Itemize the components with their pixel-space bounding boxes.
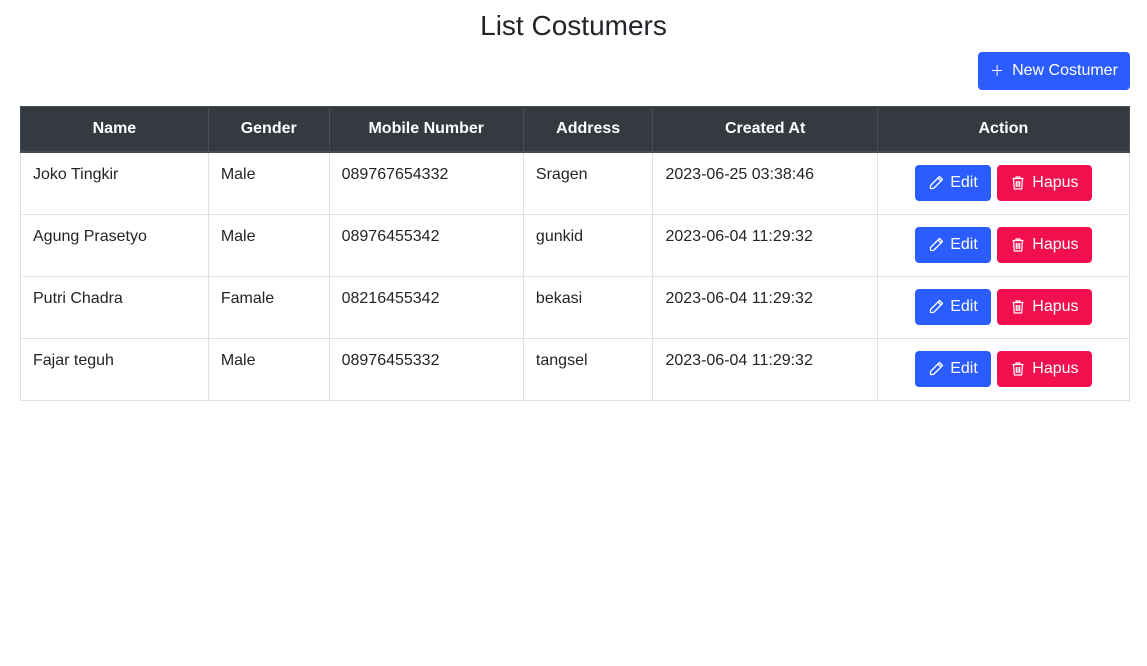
cell-mobile: 08976455332 bbox=[328, 337, 524, 401]
delete-button[interactable]: Hapus bbox=[997, 351, 1092, 387]
cell-mobile: 089767654332 bbox=[328, 151, 524, 215]
table-row: Fajar teguh Male 08976455332 tangsel 202… bbox=[20, 337, 1131, 401]
cell-actions: Edit Hapus bbox=[876, 275, 1131, 339]
cell-actions: Edit Hapus bbox=[876, 213, 1131, 277]
column-header-name: Name bbox=[20, 106, 209, 153]
table-row: Joko Tingkir Male 089767654332 Sragen 20… bbox=[20, 151, 1131, 215]
cell-address: gunkid bbox=[522, 213, 654, 277]
cell-created-at: 2023-06-25 03:38:46 bbox=[652, 151, 878, 215]
cell-gender: Male bbox=[207, 151, 330, 215]
delete-label: Hapus bbox=[1032, 360, 1079, 377]
cell-mobile: 08976455342 bbox=[328, 213, 524, 277]
edit-label: Edit bbox=[950, 360, 978, 377]
delete-label: Hapus bbox=[1032, 298, 1079, 315]
cell-mobile: 08216455342 bbox=[328, 275, 524, 339]
trash-icon bbox=[1012, 176, 1024, 190]
delete-label: Hapus bbox=[1032, 236, 1079, 253]
cell-name: Agung Prasetyo bbox=[20, 213, 209, 277]
delete-button[interactable]: Hapus bbox=[997, 227, 1092, 263]
cell-name: Putri Chadra bbox=[20, 275, 209, 339]
edit-label: Edit bbox=[950, 236, 978, 253]
column-header-address: Address bbox=[522, 106, 654, 153]
column-header-created-at: Created At bbox=[652, 106, 878, 153]
column-header-action: Action bbox=[876, 106, 1131, 153]
cell-name: Joko Tingkir bbox=[20, 151, 209, 215]
table-row: Putri Chadra Famale 08216455342 bekasi 2… bbox=[20, 275, 1131, 339]
cell-gender: Male bbox=[207, 337, 330, 401]
cell-created-at: 2023-06-04 11:29:32 bbox=[652, 213, 878, 277]
column-header-gender: Gender bbox=[207, 106, 330, 153]
cell-address: tangsel bbox=[522, 337, 654, 401]
column-header-mobile: Mobile Number bbox=[328, 106, 524, 153]
trash-icon bbox=[1012, 238, 1024, 252]
pencil-icon bbox=[930, 176, 944, 190]
table-row: Agung Prasetyo Male 08976455342 gunkid 2… bbox=[20, 213, 1131, 277]
page-title: List Costumers bbox=[480, 10, 667, 41]
pencil-icon bbox=[930, 361, 944, 376]
new-costumer-button[interactable]: ＋ New Costumer bbox=[978, 52, 1130, 90]
edit-button[interactable]: Edit bbox=[915, 289, 991, 325]
cell-created-at: 2023-06-04 11:29:32 bbox=[652, 275, 878, 339]
cell-address: Sragen bbox=[522, 151, 654, 215]
edit-button[interactable]: Edit bbox=[915, 227, 991, 263]
cell-gender: Famale bbox=[207, 275, 330, 339]
cell-name: Fajar teguh bbox=[20, 337, 209, 401]
edit-button[interactable]: Edit bbox=[915, 351, 991, 387]
trash-icon bbox=[1012, 300, 1024, 314]
customers-table: Name Gender Mobile Number Address Create… bbox=[20, 106, 1131, 401]
delete-button[interactable]: Hapus bbox=[997, 289, 1092, 325]
cell-created-at: 2023-06-04 11:29:32 bbox=[652, 337, 878, 401]
table-header-row: Name Gender Mobile Number Address Create… bbox=[20, 106, 1131, 153]
pencil-icon bbox=[930, 237, 944, 252]
cell-actions: Edit Hapus bbox=[876, 151, 1131, 215]
edit-label: Edit bbox=[950, 174, 978, 192]
cell-actions: Edit Hapus bbox=[876, 337, 1131, 401]
pencil-icon bbox=[930, 299, 944, 314]
new-costumer-label: New Costumer bbox=[1012, 62, 1118, 79]
trash-icon bbox=[1012, 362, 1024, 376]
delete-button[interactable]: Hapus bbox=[997, 165, 1092, 202]
page: List Costumers ＋ New Costumer Name Gende… bbox=[0, 0, 1147, 666]
plus-icon: ＋ bbox=[990, 63, 1005, 79]
delete-label: Hapus bbox=[1032, 174, 1079, 192]
edit-label: Edit bbox=[950, 298, 978, 315]
cell-gender: Male bbox=[207, 213, 330, 277]
edit-button[interactable]: Edit bbox=[915, 165, 991, 202]
table-body: Joko Tingkir Male 089767654332 Sragen 20… bbox=[20, 151, 1131, 401]
cell-address: bekasi bbox=[522, 275, 654, 339]
